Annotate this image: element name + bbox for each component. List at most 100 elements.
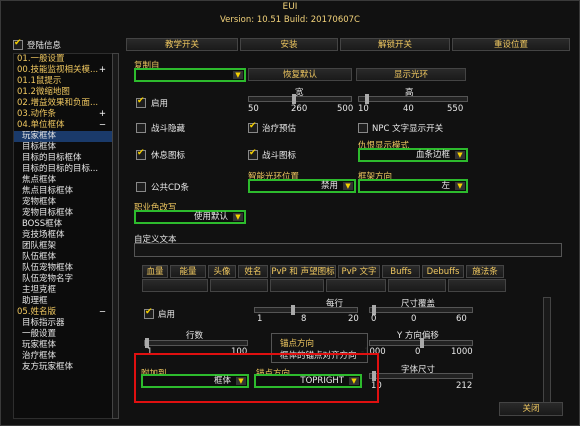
sidebar-item[interactable]: 焦点目标框体 — [14, 186, 118, 197]
sidebar-item-label: 主坦克框 — [22, 285, 57, 295]
threat-mode-dropdown[interactable]: 血条边框 ▼ — [358, 148, 468, 162]
enable-label: 启用 — [151, 99, 169, 109]
collapse-icon[interactable]: − — [99, 120, 106, 131]
y-offset-slider-thumb[interactable] — [420, 338, 424, 348]
chevron-down-icon: ▼ — [343, 182, 353, 190]
section-tab[interactable] — [210, 279, 268, 292]
sidebar-item[interactable]: 一般设置 — [14, 329, 118, 340]
combat-hide-label: 战斗隐藏 — [151, 124, 186, 134]
height-slider[interactable] — [358, 94, 468, 104]
npc-text-checkbox[interactable] — [358, 123, 368, 133]
enable-checkbox[interactable] — [136, 96, 146, 108]
npc-text-label: NPC 文字显示开关 — [372, 124, 444, 134]
copy-from-dropdown[interactable]: ▼ — [134, 68, 246, 82]
tutorial-toggle-button[interactable]: 教学开关 — [126, 38, 238, 51]
combat-icon-checkbox[interactable] — [248, 148, 258, 160]
category-sidebar: 01.一般设置 00.技能监视相关模... +01.1鼠提示 01.2微缩地图 02.增… — [13, 53, 119, 419]
expand-icon[interactable]: + — [99, 109, 106, 120]
sidebar-item[interactable]: 玩家框体 — [14, 340, 118, 351]
y-offset-slider[interactable] — [369, 338, 473, 348]
sidebar-scrollbar[interactable] — [112, 53, 119, 419]
class-color-dropdown[interactable]: 使用默认 ▼ — [134, 210, 246, 224]
custom-text-input[interactable] — [134, 243, 562, 257]
show-halo-button[interactable]: 显示光环 — [356, 68, 466, 81]
login-info-checkbox[interactable] — [13, 38, 23, 50]
sidebar-item[interactable]: 队伍框体 — [14, 252, 118, 263]
sidebar-item[interactable]: 宠物目标框体 — [14, 208, 118, 219]
section-tab[interactable] — [326, 279, 386, 292]
sidebar-item-label: 01.1鼠提示 — [17, 76, 62, 86]
sidebar-item[interactable]: 01.1鼠提示 — [14, 76, 118, 87]
sidebar-item[interactable]: 目标的目标的目标... — [14, 164, 118, 175]
per-row-slider[interactable] — [254, 305, 358, 315]
frame-direction-value: 左 — [441, 181, 450, 191]
sidebar-item[interactable]: 04.单位框体 − — [14, 120, 118, 131]
sidebar-item[interactable]: 03.动作条 + — [14, 109, 118, 120]
sidebar-item[interactable]: 宠物框体 — [14, 197, 118, 208]
rows-slider[interactable] — [144, 338, 248, 348]
sidebar-item[interactable]: 焦点框体 — [14, 175, 118, 186]
sidebar-item-label: 助理框 — [22, 296, 48, 306]
sidebar-item[interactable]: 队伍宠物名字 — [14, 274, 118, 285]
sidebar-item[interactable]: 目标的目标框体 — [14, 153, 118, 164]
subpanel-scrollbar[interactable] — [543, 297, 551, 403]
frame-direction-dropdown[interactable]: 左 ▼ — [358, 179, 468, 193]
collapse-icon[interactable]: − — [99, 307, 106, 318]
sidebar-item[interactable]: 友方玩家框体 — [14, 362, 118, 373]
section-tab[interactable]: PvP 文字 — [338, 265, 380, 278]
login-info-label: 登陆信息 — [27, 41, 62, 51]
section-tab[interactable]: Debuffs — [422, 265, 464, 278]
sidebar-item[interactable]: 00.技能监视相关模... + — [14, 65, 118, 76]
smart-aura-dropdown[interactable]: 禁用 ▼ — [248, 179, 356, 193]
size-overlap-slider[interactable] — [369, 305, 473, 315]
sidebar-item[interactable]: BOSS框体 — [14, 219, 118, 230]
combat-icon-label: 战斗图标 — [262, 151, 297, 161]
sidebar-item[interactable]: 主坦克框 — [14, 285, 118, 296]
section-tab[interactable]: PvP 和 声望图标 — [270, 265, 336, 278]
heal-predict-checkbox[interactable] — [248, 121, 258, 133]
section-tab[interactable] — [448, 279, 506, 292]
sidebar-item-label: 目标指示器 — [22, 318, 65, 328]
sidebar-item-label: 目标框体 — [22, 142, 57, 152]
close-button[interactable]: 关闭 — [499, 402, 563, 416]
sidebar-item[interactable]: 01.一般设置 — [14, 54, 118, 65]
rest-icon-checkbox[interactable] — [136, 148, 146, 160]
sidebar-item[interactable]: 01.2微缩地图 — [14, 87, 118, 98]
width-slider-thumb[interactable] — [292, 94, 296, 104]
unlock-toggle-button[interactable]: 解锁开关 — [340, 38, 450, 51]
font-size-slider[interactable] — [369, 371, 473, 381]
width-slider[interactable] — [248, 94, 352, 104]
sidebar-item[interactable]: 队伍宠物框体 — [14, 263, 118, 274]
sidebar-item-label: 玩家框体 — [22, 340, 57, 350]
section-tab[interactable]: 能量 — [170, 265, 206, 278]
section-tab[interactable]: Buffs — [382, 265, 420, 278]
sidebar-item-label: 焦点框体 — [22, 175, 57, 185]
restore-default-button[interactable]: 恢复默认 — [248, 68, 352, 81]
height-slider-thumb[interactable] — [365, 94, 369, 104]
sidebar-item[interactable]: 团队框架 — [14, 241, 118, 252]
enable-sub-checkbox[interactable] — [144, 307, 154, 319]
section-tab[interactable]: 血量 — [142, 265, 168, 278]
sidebar-item[interactable]: 治疗框体 — [14, 351, 118, 362]
sidebar-item-label: 队伍宠物名字 — [22, 274, 74, 284]
sidebar-item[interactable]: 02.增益效果和负面... — [14, 98, 118, 109]
reset-position-button[interactable]: 重设位置 — [452, 38, 570, 51]
expand-icon[interactable]: + — [99, 65, 106, 76]
sidebar-item-label: 宠物目标框体 — [22, 208, 74, 218]
section-tab[interactable] — [388, 279, 446, 292]
section-tab[interactable] — [142, 279, 208, 292]
per-row-slider-thumb[interactable] — [291, 305, 295, 315]
sidebar-item[interactable]: 目标框体 — [14, 142, 118, 153]
sidebar-item[interactable]: 助理框 — [14, 296, 118, 307]
sidebar-item[interactable]: 目标指示器 — [14, 318, 118, 329]
section-tab[interactable]: 姓名 — [238, 265, 268, 278]
sidebar-item[interactable]: 竞技场框体 — [14, 230, 118, 241]
sidebar-item[interactable]: 玩家框体 — [14, 131, 118, 142]
combat-hide-checkbox[interactable] — [136, 123, 146, 133]
install-button[interactable]: 安装 — [240, 38, 338, 51]
section-tab[interactable]: 施法条 — [466, 265, 504, 278]
public-cd-checkbox[interactable] — [136, 182, 146, 192]
section-tab[interactable] — [270, 279, 324, 292]
section-tab[interactable]: 头像 — [208, 265, 236, 278]
sidebar-item[interactable]: 05.姓名版 − — [14, 307, 118, 318]
